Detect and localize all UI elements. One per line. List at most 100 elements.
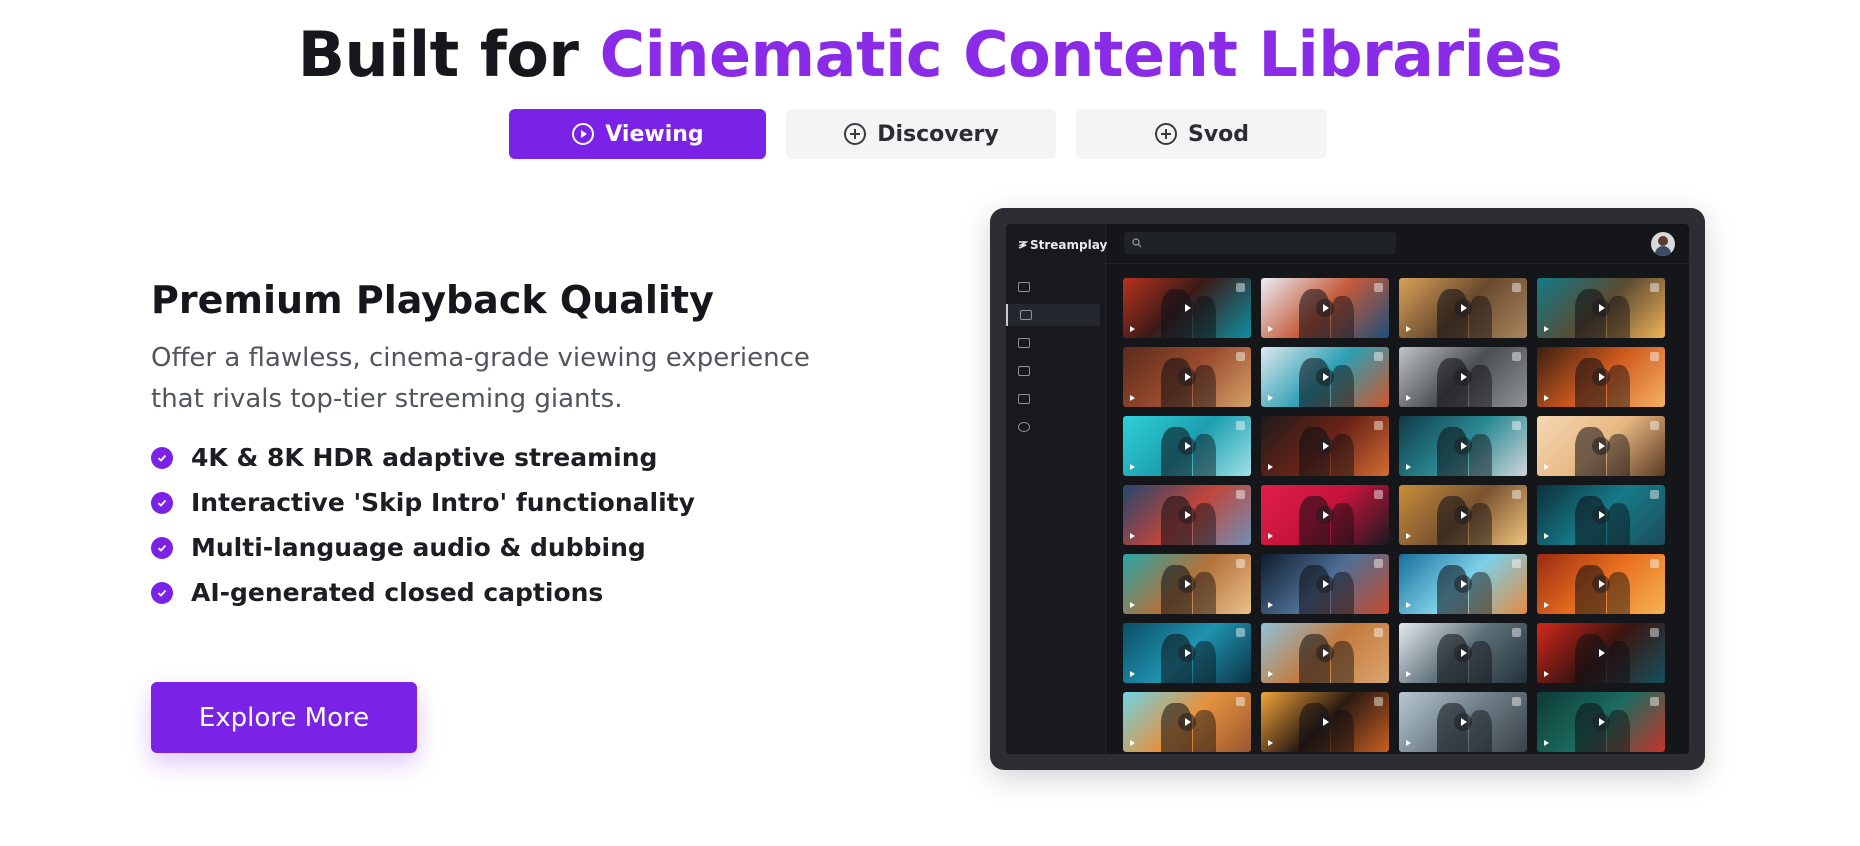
explore-more-button[interactable]: Explore More	[151, 682, 417, 753]
sidebar-item-users[interactable]	[1006, 360, 1100, 382]
play-icon	[1454, 368, 1472, 386]
poster-tile[interactable]	[1123, 623, 1251, 683]
play-indicator-icon	[1268, 464, 1273, 470]
play-indicator-icon	[1268, 740, 1273, 746]
play-indicator-icon	[1130, 464, 1135, 470]
plus-circle-icon	[844, 123, 867, 145]
sidebar-item-dashboard[interactable]	[1006, 276, 1100, 298]
poster-tile[interactable]	[1399, 416, 1527, 476]
poster-tile[interactable]	[1261, 692, 1389, 752]
play-indicator-icon	[1406, 464, 1411, 470]
poster-tile[interactable]	[1537, 347, 1665, 407]
poster-tile[interactable]	[1537, 554, 1665, 614]
poster-tile[interactable]	[1261, 485, 1389, 545]
tab-label: Discovery	[877, 121, 999, 147]
hero-title: Built for Cinematic Content Libraries	[0, 18, 1860, 91]
tab-discovery[interactable]: Discovery	[786, 109, 1056, 159]
play-indicator-icon	[1406, 671, 1411, 677]
tab-label: Svod	[1187, 121, 1250, 147]
poster-tile[interactable]	[1123, 554, 1251, 614]
poster-tile[interactable]	[1261, 347, 1389, 407]
poster-tile[interactable]	[1537, 692, 1665, 752]
poster-tile[interactable]	[1261, 278, 1389, 338]
list-item: Interactive 'Skip Intro' functionality	[151, 480, 695, 525]
search-input[interactable]	[1124, 232, 1396, 254]
poster-tile[interactable]	[1123, 278, 1251, 338]
poster-tile[interactable]	[1123, 485, 1251, 545]
lock-icon	[1650, 628, 1659, 637]
check-circle-icon	[151, 581, 173, 604]
poster-tile[interactable]	[1537, 623, 1665, 683]
poster-tile[interactable]	[1537, 278, 1665, 338]
lock-icon	[1512, 628, 1521, 637]
sidebar-item-reports[interactable]	[1006, 388, 1100, 410]
poster-tile[interactable]	[1399, 485, 1527, 545]
lock-icon	[1374, 421, 1383, 430]
poster-tile[interactable]	[1399, 278, 1527, 338]
sidebar-item-tv[interactable]	[1006, 332, 1100, 354]
play-indicator-icon	[1544, 740, 1549, 746]
play-icon	[1316, 437, 1334, 455]
tab-svod[interactable]: Svod	[1076, 109, 1327, 159]
play-icon	[1454, 437, 1472, 455]
play-icon	[1316, 713, 1334, 731]
sidebar-item-settings[interactable]	[1006, 416, 1100, 438]
feature-tabs: Viewing Discovery Svod	[0, 109, 1860, 159]
lock-icon	[1374, 628, 1383, 637]
play-icon	[1316, 368, 1334, 386]
poster-tile[interactable]	[1123, 692, 1251, 752]
mockup-screen: Streamplay	[1006, 224, 1689, 754]
play-indicator-icon	[1544, 326, 1549, 332]
play-icon	[1316, 644, 1334, 662]
mockup-sidebar: Streamplay	[1006, 224, 1107, 754]
poster-tile[interactable]	[1123, 416, 1251, 476]
lock-icon	[1650, 352, 1659, 361]
play-icon	[1178, 506, 1196, 524]
feature-description: Offer a flawless, cinema-grade viewing e…	[151, 343, 810, 414]
lock-icon	[1236, 421, 1245, 430]
play-indicator-icon	[1406, 533, 1411, 539]
play-icon	[1178, 575, 1196, 593]
sidebar-item-library[interactable]	[1006, 304, 1100, 326]
settings-icon	[1018, 422, 1030, 432]
tab-label: Viewing	[605, 121, 704, 147]
poster-tile[interactable]	[1399, 692, 1527, 752]
list-item: 4K & 8K HDR adaptive streaming	[151, 435, 695, 480]
tab-viewing[interactable]: Viewing	[509, 109, 766, 159]
list-item: Multi-language audio & dubbing	[151, 525, 695, 570]
poster-tile[interactable]	[1123, 347, 1251, 407]
poster-tile[interactable]	[1399, 554, 1527, 614]
play-icon	[1592, 368, 1610, 386]
feature-list: 4K & 8K HDR adaptive streaming Interacti…	[151, 435, 695, 615]
play-indicator-icon	[1268, 395, 1273, 401]
poster-tile[interactable]	[1537, 485, 1665, 545]
play-icon	[1592, 299, 1610, 317]
play-indicator-icon	[1406, 740, 1411, 746]
lock-icon	[1650, 559, 1659, 568]
lock-icon	[1650, 283, 1659, 292]
lock-icon	[1512, 421, 1521, 430]
play-indicator-icon	[1130, 533, 1135, 539]
poster-tile[interactable]	[1261, 623, 1389, 683]
play-indicator-icon	[1268, 671, 1273, 677]
lock-icon	[1512, 490, 1521, 499]
poster-tile[interactable]	[1399, 623, 1527, 683]
poster-tile[interactable]	[1537, 416, 1665, 476]
list-item-text: 4K & 8K HDR adaptive streaming	[191, 443, 658, 472]
lock-icon	[1650, 490, 1659, 499]
list-item-text: Multi-language audio & dubbing	[191, 533, 646, 562]
list-item-text: AI-generated closed captions	[191, 578, 604, 607]
reports-icon	[1018, 394, 1030, 404]
poster-tile[interactable]	[1261, 416, 1389, 476]
poster-tile[interactable]	[1399, 347, 1527, 407]
logo-mark-icon	[1018, 241, 1028, 249]
play-indicator-icon	[1268, 533, 1273, 539]
lock-icon	[1512, 352, 1521, 361]
play-icon	[1178, 437, 1196, 455]
lock-icon	[1650, 421, 1659, 430]
poster-tile[interactable]	[1261, 554, 1389, 614]
play-icon	[1454, 575, 1472, 593]
avatar[interactable]	[1651, 232, 1675, 256]
lock-icon	[1512, 559, 1521, 568]
tablet-mockup: Streamplay	[990, 208, 1705, 770]
